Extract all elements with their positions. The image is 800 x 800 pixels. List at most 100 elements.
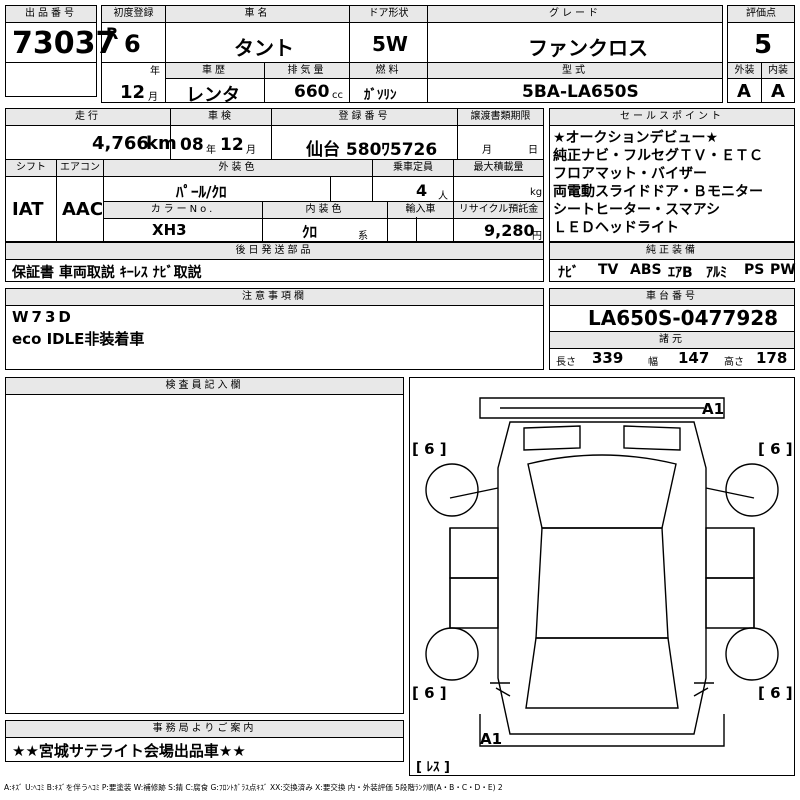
tire-mark-front-left: [ 6 ] bbox=[412, 440, 447, 458]
specs-label: 諸元 bbox=[550, 332, 794, 349]
color-no-label: カラーNo. bbox=[104, 202, 262, 219]
inspection-year: 08 bbox=[180, 135, 204, 155]
displacement-unit: cc bbox=[332, 90, 343, 101]
transfer-doc-label: 譲渡書類期限 bbox=[458, 109, 543, 126]
shift-label: シフト bbox=[6, 160, 56, 177]
top-info-block: 初度登録 車名 ドア形状 グレード R 6 年 12 月 タント 5W ファンク… bbox=[101, 5, 723, 106]
later-items-value: 保証書 車両取説 ｷｰﾚｽ ﾅﾋﾞ取説 bbox=[12, 265, 202, 281]
equip-item: TV bbox=[598, 262, 619, 278]
length-label: 長さ bbox=[556, 357, 576, 368]
reg-year: 6 bbox=[124, 30, 141, 58]
equip-item: ﾅﾋﾞ bbox=[558, 265, 579, 281]
interior-label: 内装 bbox=[762, 63, 794, 79]
equipment-box: 純正装備 ﾅﾋﾞ TV ABS ｴｱB ｱﾙﾐ PS PW bbox=[549, 242, 796, 282]
mileage-label: 走行 bbox=[6, 109, 170, 126]
height-value: 178 bbox=[756, 349, 788, 367]
equipment-label: 純正装備 bbox=[550, 243, 794, 260]
history-label: 車歴 bbox=[166, 63, 264, 79]
tire-mark-rear-right: [ 6 ] bbox=[758, 684, 793, 702]
color-label: 外装色 bbox=[104, 160, 372, 177]
spare-tire-mark: [ ﾚｽ ] bbox=[416, 760, 450, 775]
lot-box: 出品番号 73037 bbox=[5, 5, 116, 97]
interior-grade: A bbox=[771, 81, 785, 102]
door-type: 5W bbox=[372, 32, 408, 56]
width-label: 幅 bbox=[648, 357, 658, 368]
sales-point: フロアマット・バイザー bbox=[553, 166, 707, 182]
width-value: 147 bbox=[678, 349, 710, 367]
sales-points-label: セールスポイント bbox=[550, 109, 794, 126]
ac-value: AAC bbox=[62, 199, 104, 220]
ac-label: エアコン bbox=[57, 160, 103, 177]
later-items-box: 後日発送部品 保証書 車両取説 ｷｰﾚｽ ﾅﾋﾞ取説 bbox=[5, 242, 544, 282]
score-value: 5 bbox=[754, 30, 773, 60]
inspector-box: 検査員記入欄 bbox=[5, 377, 404, 714]
mileage-unit: km bbox=[146, 133, 177, 154]
car-name-label: 車名 bbox=[166, 6, 349, 23]
tire-mark-front-right: [ 6 ] bbox=[758, 440, 793, 458]
displacement-value: 660 bbox=[294, 82, 330, 102]
reg-month: 12 bbox=[120, 82, 146, 103]
notes-box: 注意事項欄 W73D eco IDLE非装着車 bbox=[5, 288, 544, 370]
history-value: レンタ bbox=[186, 85, 240, 106]
interior-color-unit: 系 bbox=[358, 231, 368, 242]
import-label: 輸入車 bbox=[388, 202, 453, 219]
grade-label: グレード bbox=[428, 6, 722, 23]
lot-label: 出品番号 bbox=[6, 6, 96, 23]
transfer-month-unit: 月 bbox=[482, 145, 492, 156]
exterior-grade: A bbox=[737, 81, 751, 102]
plate-value: 仙台 580ﾜ5726 bbox=[306, 140, 438, 160]
sales-points-list: ★オークションデビュー★ 純正ナビ・フルセグＴＶ・ＥＴＣ フロアマット・バイザー… bbox=[553, 129, 763, 237]
office-label: 事務局よりご案内 bbox=[6, 721, 403, 738]
sales-points-box: セールスポイント ★オークションデビュー★ 純正ナビ・フルセグＴＶ・ＥＴＣ フロ… bbox=[549, 108, 795, 242]
doors-label: ドア形状 bbox=[350, 6, 427, 23]
equip-item: PS bbox=[744, 262, 765, 278]
equip-item: ｴｱB bbox=[668, 265, 693, 281]
legend: A:ｷｽﾞ U:ﾍｺﾐ B:ｷｽﾞを伴うﾍｺﾐ P:要塗装 W:補修跡 S:錆 … bbox=[4, 783, 503, 792]
recycle-label: リサイクル預託金 bbox=[454, 202, 543, 219]
car-outline bbox=[425, 397, 779, 747]
reg-era: R bbox=[106, 24, 119, 43]
capacity-value: 4 bbox=[416, 181, 428, 200]
reg-year-unit: 年 bbox=[150, 66, 160, 77]
mileage-value: 4,766 bbox=[92, 133, 149, 154]
inspection-month-unit: 月 bbox=[246, 145, 256, 156]
sales-point: ★オークションデビュー★ bbox=[553, 130, 719, 146]
chassis-number: LA650S-0477928 bbox=[588, 306, 779, 330]
note-line: eco IDLE非装着車 bbox=[12, 330, 145, 348]
reg-label: 初度登録 bbox=[102, 6, 165, 23]
inspection-year-unit: 年 bbox=[206, 145, 216, 156]
color-value: ﾊﾟｰﾙ/ｸﾛ bbox=[176, 183, 227, 201]
equip-item: PW bbox=[770, 262, 796, 278]
score-label: 評価点 bbox=[728, 6, 794, 23]
later-items-label: 後日発送部品 bbox=[6, 243, 543, 260]
height-label: 高さ bbox=[724, 357, 744, 368]
color-no-value: XH3 bbox=[152, 221, 187, 239]
length-value: 339 bbox=[592, 349, 624, 367]
max-load-unit: kg bbox=[530, 187, 543, 198]
reg-month-unit: 月 bbox=[148, 92, 158, 103]
interior-color-value: ｸﾛ bbox=[302, 223, 318, 241]
inspector-label: 検査員記入欄 bbox=[6, 378, 403, 395]
damage-front-bumper: A1 bbox=[702, 400, 725, 418]
car-diagram: [ 6 ] [ 6 ] [ 6 ] [ 6 ] A1 A1 [ ﾚｽ ] bbox=[409, 377, 795, 776]
vehicle-details-block: 走行 車検 登録番号 譲渡書類期限 4,766 km 08 年 12 月 仙台 … bbox=[5, 108, 544, 242]
max-load-label: 最大積載量 bbox=[454, 160, 543, 177]
score-box: 評価点 5 外装 内装 A A bbox=[727, 5, 795, 103]
equip-item: ABS bbox=[630, 262, 662, 278]
office-box: 事務局よりご案内 ★★宮城サテライト会場出品車★★ bbox=[5, 720, 404, 762]
office-value: ★★宮城サテライト会場出品車★★ bbox=[12, 742, 246, 760]
chassis-label: 車台番号 bbox=[550, 289, 794, 306]
sales-point: シートヒーター・スマアシ bbox=[553, 202, 721, 218]
tire-mark-rear-left: [ 6 ] bbox=[412, 684, 447, 702]
interior-color-label: 内装色 bbox=[263, 202, 387, 219]
chassis-box: 車台番号 LA650S-0477928 諸元 長さ 339 幅 147 高さ 1… bbox=[549, 288, 795, 370]
notes-label: 注意事項欄 bbox=[6, 289, 543, 306]
shift-value: IAT bbox=[12, 199, 44, 220]
fuel-label: 燃料 bbox=[350, 63, 427, 79]
recycle-value: 9,280 bbox=[484, 221, 535, 240]
equip-item: ｱﾙﾐ bbox=[706, 265, 727, 281]
inspection-month: 12 bbox=[220, 135, 244, 155]
inspection-label: 車検 bbox=[171, 109, 271, 126]
grade-value: ファンクロス bbox=[528, 36, 648, 60]
fuel-value: ｶﾞｿﾘﾝ bbox=[364, 88, 397, 103]
